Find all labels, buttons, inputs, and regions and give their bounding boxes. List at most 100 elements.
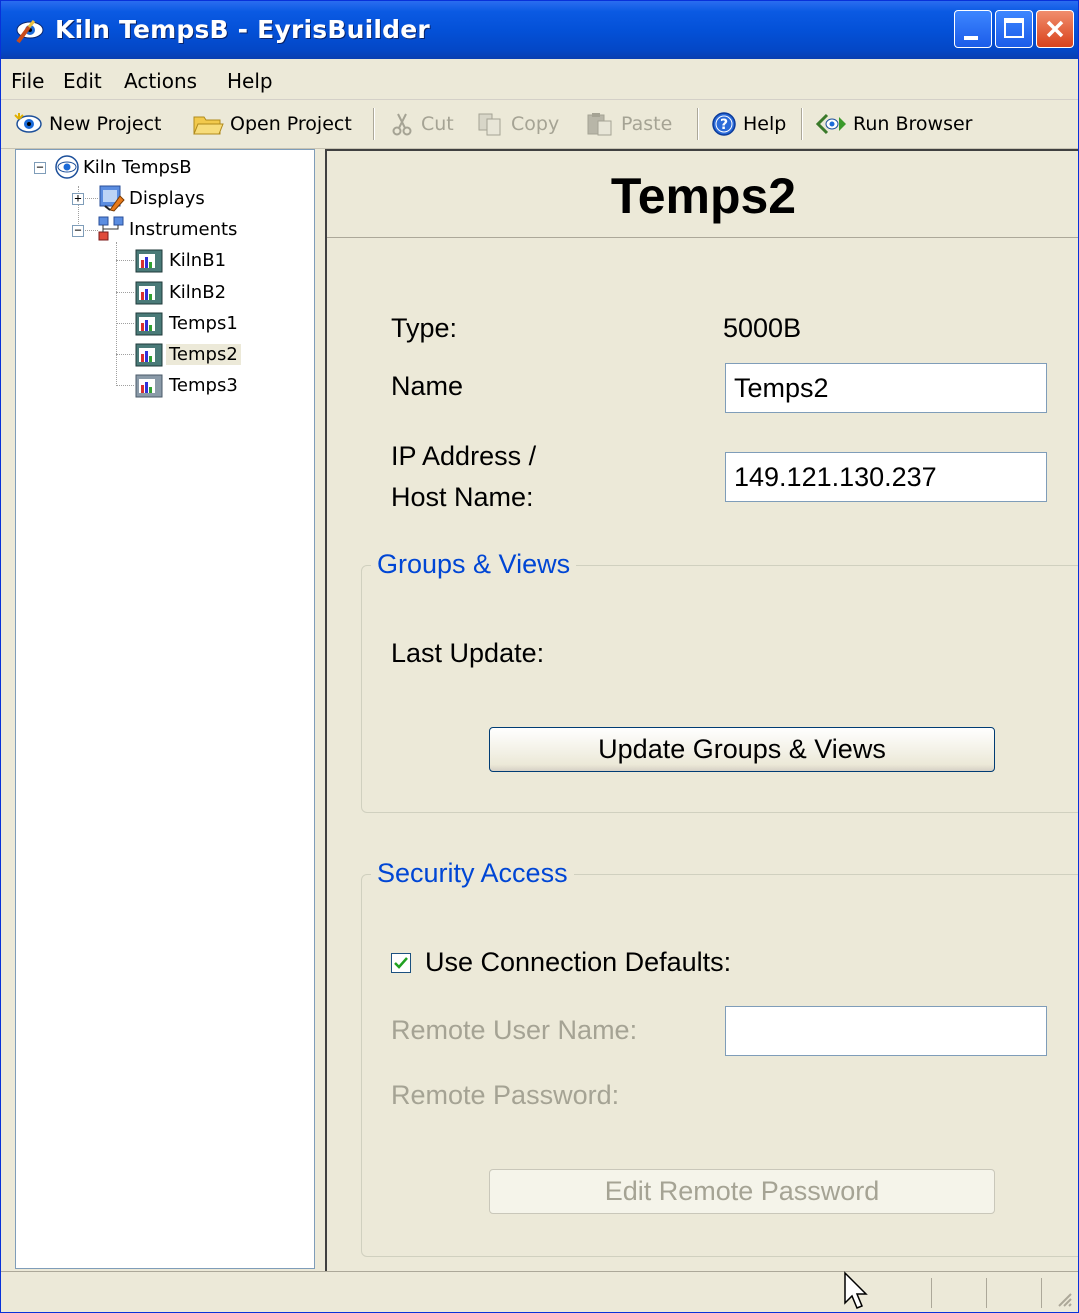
tree-connector bbox=[116, 323, 134, 324]
menu-file[interactable]: File bbox=[11, 69, 44, 93]
close-icon bbox=[1046, 20, 1064, 38]
toolbar-separator bbox=[801, 108, 803, 140]
project-tree[interactable]: − Kiln TempsB + Displays − Instruments K… bbox=[15, 149, 315, 1269]
remote-user-label: Remote User Name: bbox=[391, 1015, 638, 1045]
run-browser-icon bbox=[815, 113, 846, 135]
tree-node-root[interactable]: Kiln TempsB bbox=[54, 154, 195, 180]
paste-button[interactable]: Paste bbox=[585, 108, 672, 140]
tree-connector bbox=[116, 260, 134, 261]
groups-views-title: Groups & Views bbox=[371, 549, 577, 580]
tree-connector bbox=[116, 385, 134, 386]
groups-views-group bbox=[361, 565, 1078, 813]
copy-button[interactable]: Copy bbox=[477, 108, 559, 140]
copy-label: Copy bbox=[511, 113, 560, 135]
scissors-icon bbox=[392, 113, 412, 136]
tree-node-kilnb2[interactable]: KilnB2 bbox=[134, 278, 229, 306]
remote-password-label: Remote Password: bbox=[391, 1080, 620, 1110]
tree-node-kilnb1[interactable]: KilnB1 bbox=[134, 246, 229, 274]
open-project-button[interactable]: Open Project bbox=[192, 108, 352, 140]
resize-grip-icon[interactable] bbox=[1053, 1288, 1073, 1308]
close-button[interactable] bbox=[1036, 10, 1074, 48]
tree-label: Temps2 bbox=[166, 343, 241, 365]
tree-label: KilnB2 bbox=[169, 281, 227, 303]
tree-label: Displays bbox=[129, 187, 205, 209]
cut-label: Cut bbox=[421, 113, 454, 135]
use-defaults-checkbox[interactable] bbox=[391, 953, 411, 973]
window-title: Kiln TempsB - EyrisBuilder bbox=[55, 15, 430, 44]
instrument-icon bbox=[135, 312, 163, 336]
new-project-icon bbox=[14, 113, 42, 133]
help-label: Help bbox=[743, 113, 787, 135]
tree-node-displays[interactable]: Displays bbox=[96, 184, 208, 212]
type-label: Type: bbox=[391, 313, 458, 343]
mouse-cursor-icon bbox=[844, 1271, 868, 1309]
tree-connector bbox=[116, 354, 134, 355]
run-browser-button[interactable]: Run Browser bbox=[815, 108, 972, 140]
instrument-icon bbox=[135, 343, 163, 367]
tree-label: KilnB1 bbox=[169, 249, 227, 271]
name-label: Name bbox=[391, 371, 464, 401]
run-browser-label: Run Browser bbox=[853, 113, 973, 135]
checkmark-icon bbox=[394, 957, 408, 969]
use-defaults-label: Use Connection Defaults: bbox=[425, 947, 732, 977]
eye-icon bbox=[55, 155, 79, 179]
eyris-app-icon bbox=[16, 20, 44, 44]
tree-connector bbox=[116, 242, 117, 384]
tree-label: Instruments bbox=[129, 218, 238, 240]
last-update-label: Last Update: bbox=[391, 638, 545, 668]
tree-label: Temps3 bbox=[169, 374, 238, 396]
network-icon bbox=[98, 216, 124, 241]
tree-label: Temps1 bbox=[169, 312, 238, 334]
instrument-detail-panel: Temps2 Type: 5000B Name IP Address / Hos… bbox=[325, 149, 1078, 1271]
menu-edit[interactable]: Edit bbox=[63, 69, 102, 93]
maximize-icon bbox=[1004, 18, 1024, 38]
toolbar-separator bbox=[697, 108, 699, 140]
instrument-icon bbox=[135, 374, 163, 398]
app-window: Kiln TempsB - EyrisBuilder File Edit Act… bbox=[0, 0, 1079, 1313]
page-title: Temps2 bbox=[610, 168, 797, 224]
tree-node-instruments[interactable]: Instruments bbox=[96, 215, 240, 243]
tree-node-temps1[interactable]: Temps1 bbox=[134, 309, 241, 337]
status-divider bbox=[931, 1278, 932, 1308]
paste-label: Paste bbox=[621, 113, 673, 135]
ip-label-line1: IP Address / bbox=[391, 441, 537, 471]
tree-node-temps3[interactable]: Temps3 bbox=[134, 371, 241, 399]
status-bar bbox=[1, 1271, 1078, 1312]
name-field[interactable] bbox=[725, 363, 1047, 413]
tree-label: Kiln TempsB bbox=[83, 156, 192, 178]
type-value: 5000B bbox=[723, 313, 802, 343]
tree-connector bbox=[116, 292, 134, 293]
cut-button[interactable]: Cut bbox=[391, 108, 454, 140]
help-button[interactable]: ? Help bbox=[711, 108, 786, 140]
ip-label-line2: Host Name: bbox=[391, 482, 534, 512]
help-icon: ? bbox=[712, 112, 736, 136]
remote-user-field[interactable] bbox=[725, 1006, 1047, 1056]
collapse-toggle[interactable]: − bbox=[72, 224, 84, 237]
expand-toggle[interactable]: + bbox=[72, 192, 84, 205]
toolbar-separator bbox=[373, 108, 375, 140]
minimize-button[interactable] bbox=[954, 10, 992, 48]
tree-node-temps2[interactable]: Temps2 bbox=[134, 340, 241, 368]
instrument-icon bbox=[135, 281, 163, 305]
menu-actions[interactable]: Actions bbox=[124, 69, 197, 93]
menu-bar: File Edit Actions Help bbox=[1, 59, 1078, 100]
open-project-label: Open Project bbox=[230, 113, 352, 135]
ip-address-field[interactable] bbox=[725, 452, 1047, 502]
status-divider bbox=[1041, 1278, 1042, 1308]
new-project-button[interactable]: New Project bbox=[13, 108, 162, 140]
paste-icon bbox=[587, 113, 612, 136]
copy-icon bbox=[478, 113, 501, 136]
maximize-button[interactable] bbox=[995, 10, 1033, 48]
toolbar: New Project Open Project Cut Copy Paste … bbox=[1, 100, 1078, 149]
folder-open-icon bbox=[193, 116, 224, 135]
svg-text:?: ? bbox=[720, 117, 728, 133]
minimize-icon bbox=[964, 36, 978, 40]
edit-remote-password-button[interactable]: Edit Remote Password bbox=[489, 1169, 995, 1214]
instrument-icon bbox=[135, 249, 163, 273]
detail-header: Temps2 bbox=[327, 151, 1078, 238]
displays-icon bbox=[99, 185, 125, 212]
collapse-toggle[interactable]: − bbox=[34, 161, 46, 174]
update-groups-views-button[interactable]: Update Groups & Views bbox=[489, 727, 995, 772]
menu-help[interactable]: Help bbox=[227, 69, 273, 93]
title-bar[interactable]: Kiln TempsB - EyrisBuilder bbox=[1, 1, 1078, 59]
